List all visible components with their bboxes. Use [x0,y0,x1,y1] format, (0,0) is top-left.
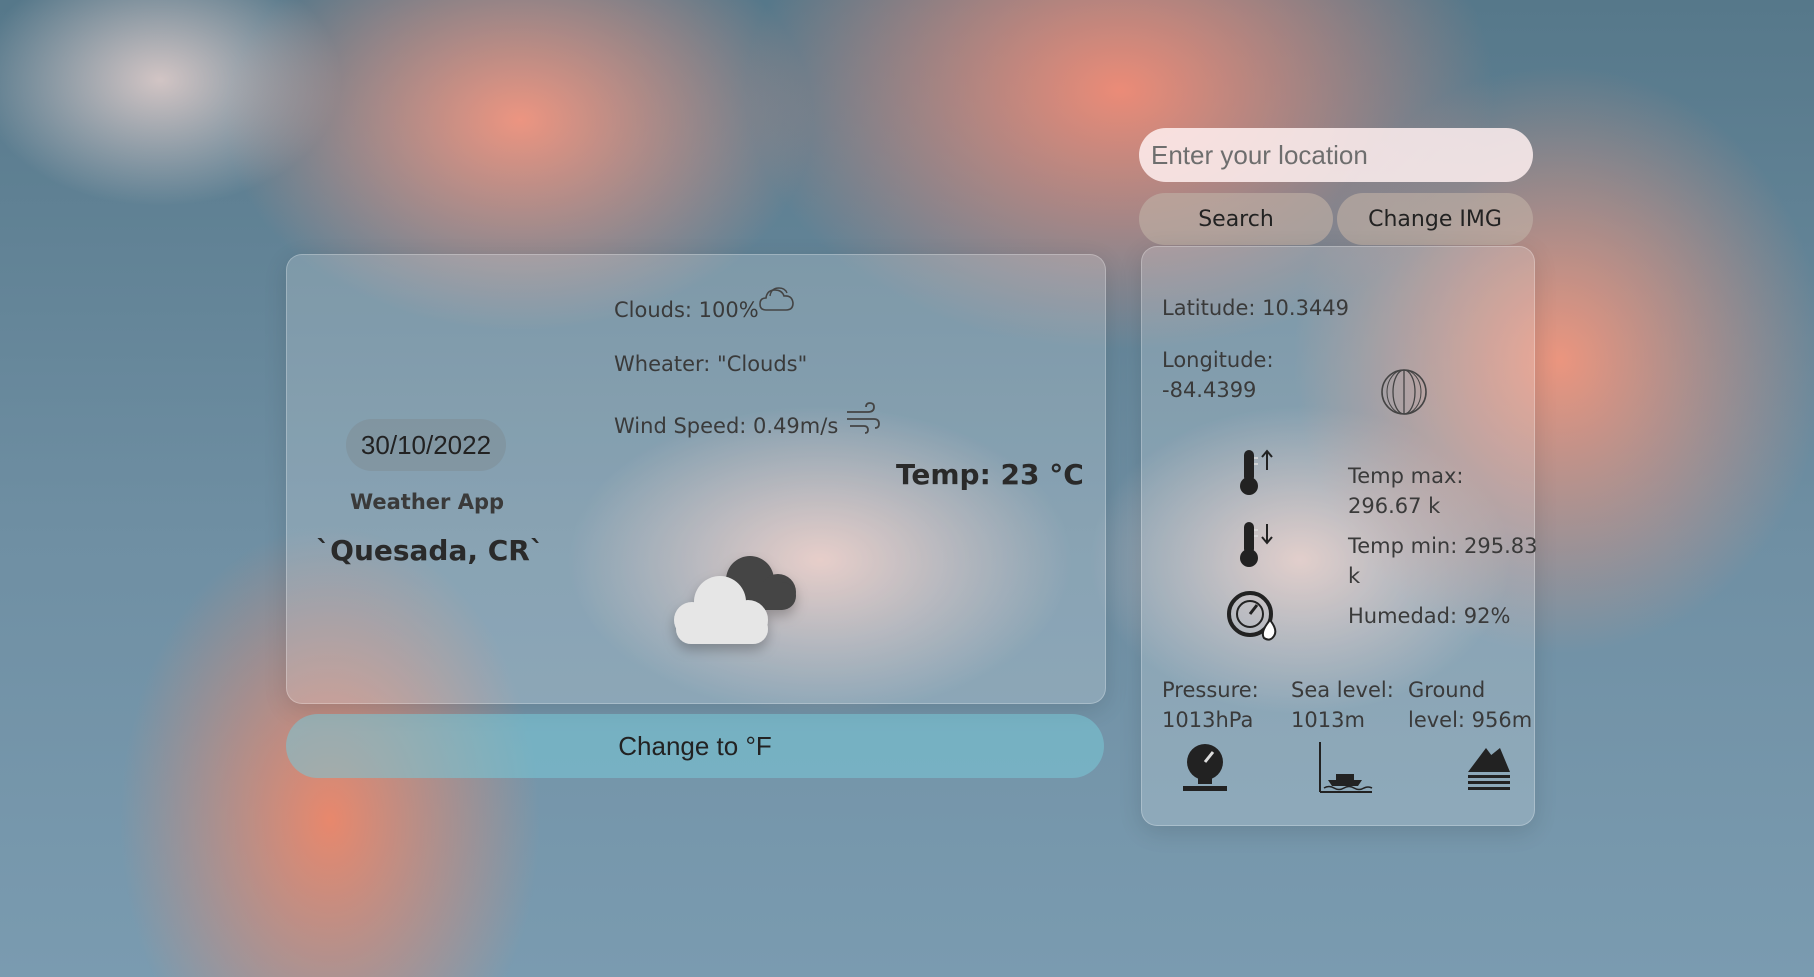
app-title: Weather App [349,490,505,514]
temp-max-value: 296.67 k [1348,494,1441,518]
thermometer-down-icon [1240,522,1273,567]
pressure-gauge-icon [1183,744,1227,791]
temp-max-label: Temp max: [1348,464,1464,488]
temp-min-label: Temp min: 295.83 [1348,534,1538,558]
sea-level-icon [1319,742,1373,793]
sea-level-label: Sea level: [1291,678,1394,702]
temp-min-value: k [1348,564,1361,588]
wind-icon [847,402,880,434]
location-search-input[interactable] [1139,128,1533,182]
date-badge: 30/10/2022 [346,419,506,471]
search-button[interactable]: Search [1139,193,1333,245]
humidity-gauge-icon [1227,591,1277,641]
pressure-label: Pressure: [1162,678,1259,702]
ground-level-value: level: 956m [1408,708,1533,732]
latitude-text: Latitude: 10.3449 [1162,296,1350,320]
humidity-text: Humedad: 92% [1348,604,1511,628]
thermometer-up-icon [1240,449,1273,495]
ground-level-label: Ground [1408,678,1486,702]
clouds-text: Clouds: 100% [614,298,759,322]
globe-icon [1381,369,1427,415]
longitude-value: -84.4399 [1162,378,1257,402]
change-unit-button[interactable]: Change to °F [286,714,1104,778]
temperature: Temp: 23 °C [896,458,1084,491]
sea-level-value: 1013m [1291,708,1365,732]
pressure-value: 1013hPa [1162,708,1254,732]
ground-level-icon [1468,748,1510,790]
wind-speed-text: Wind Speed: 0.49m/s [614,414,839,438]
longitude-label: Longitude: [1162,348,1274,372]
cloud-outline-icon [759,287,794,311]
weather-text: Wheater: "Clouds" [614,352,808,376]
change-image-button[interactable]: Change IMG [1337,193,1533,245]
city-name: `Quesada, CR` [316,534,544,567]
weather-clouds-icon [674,556,796,644]
